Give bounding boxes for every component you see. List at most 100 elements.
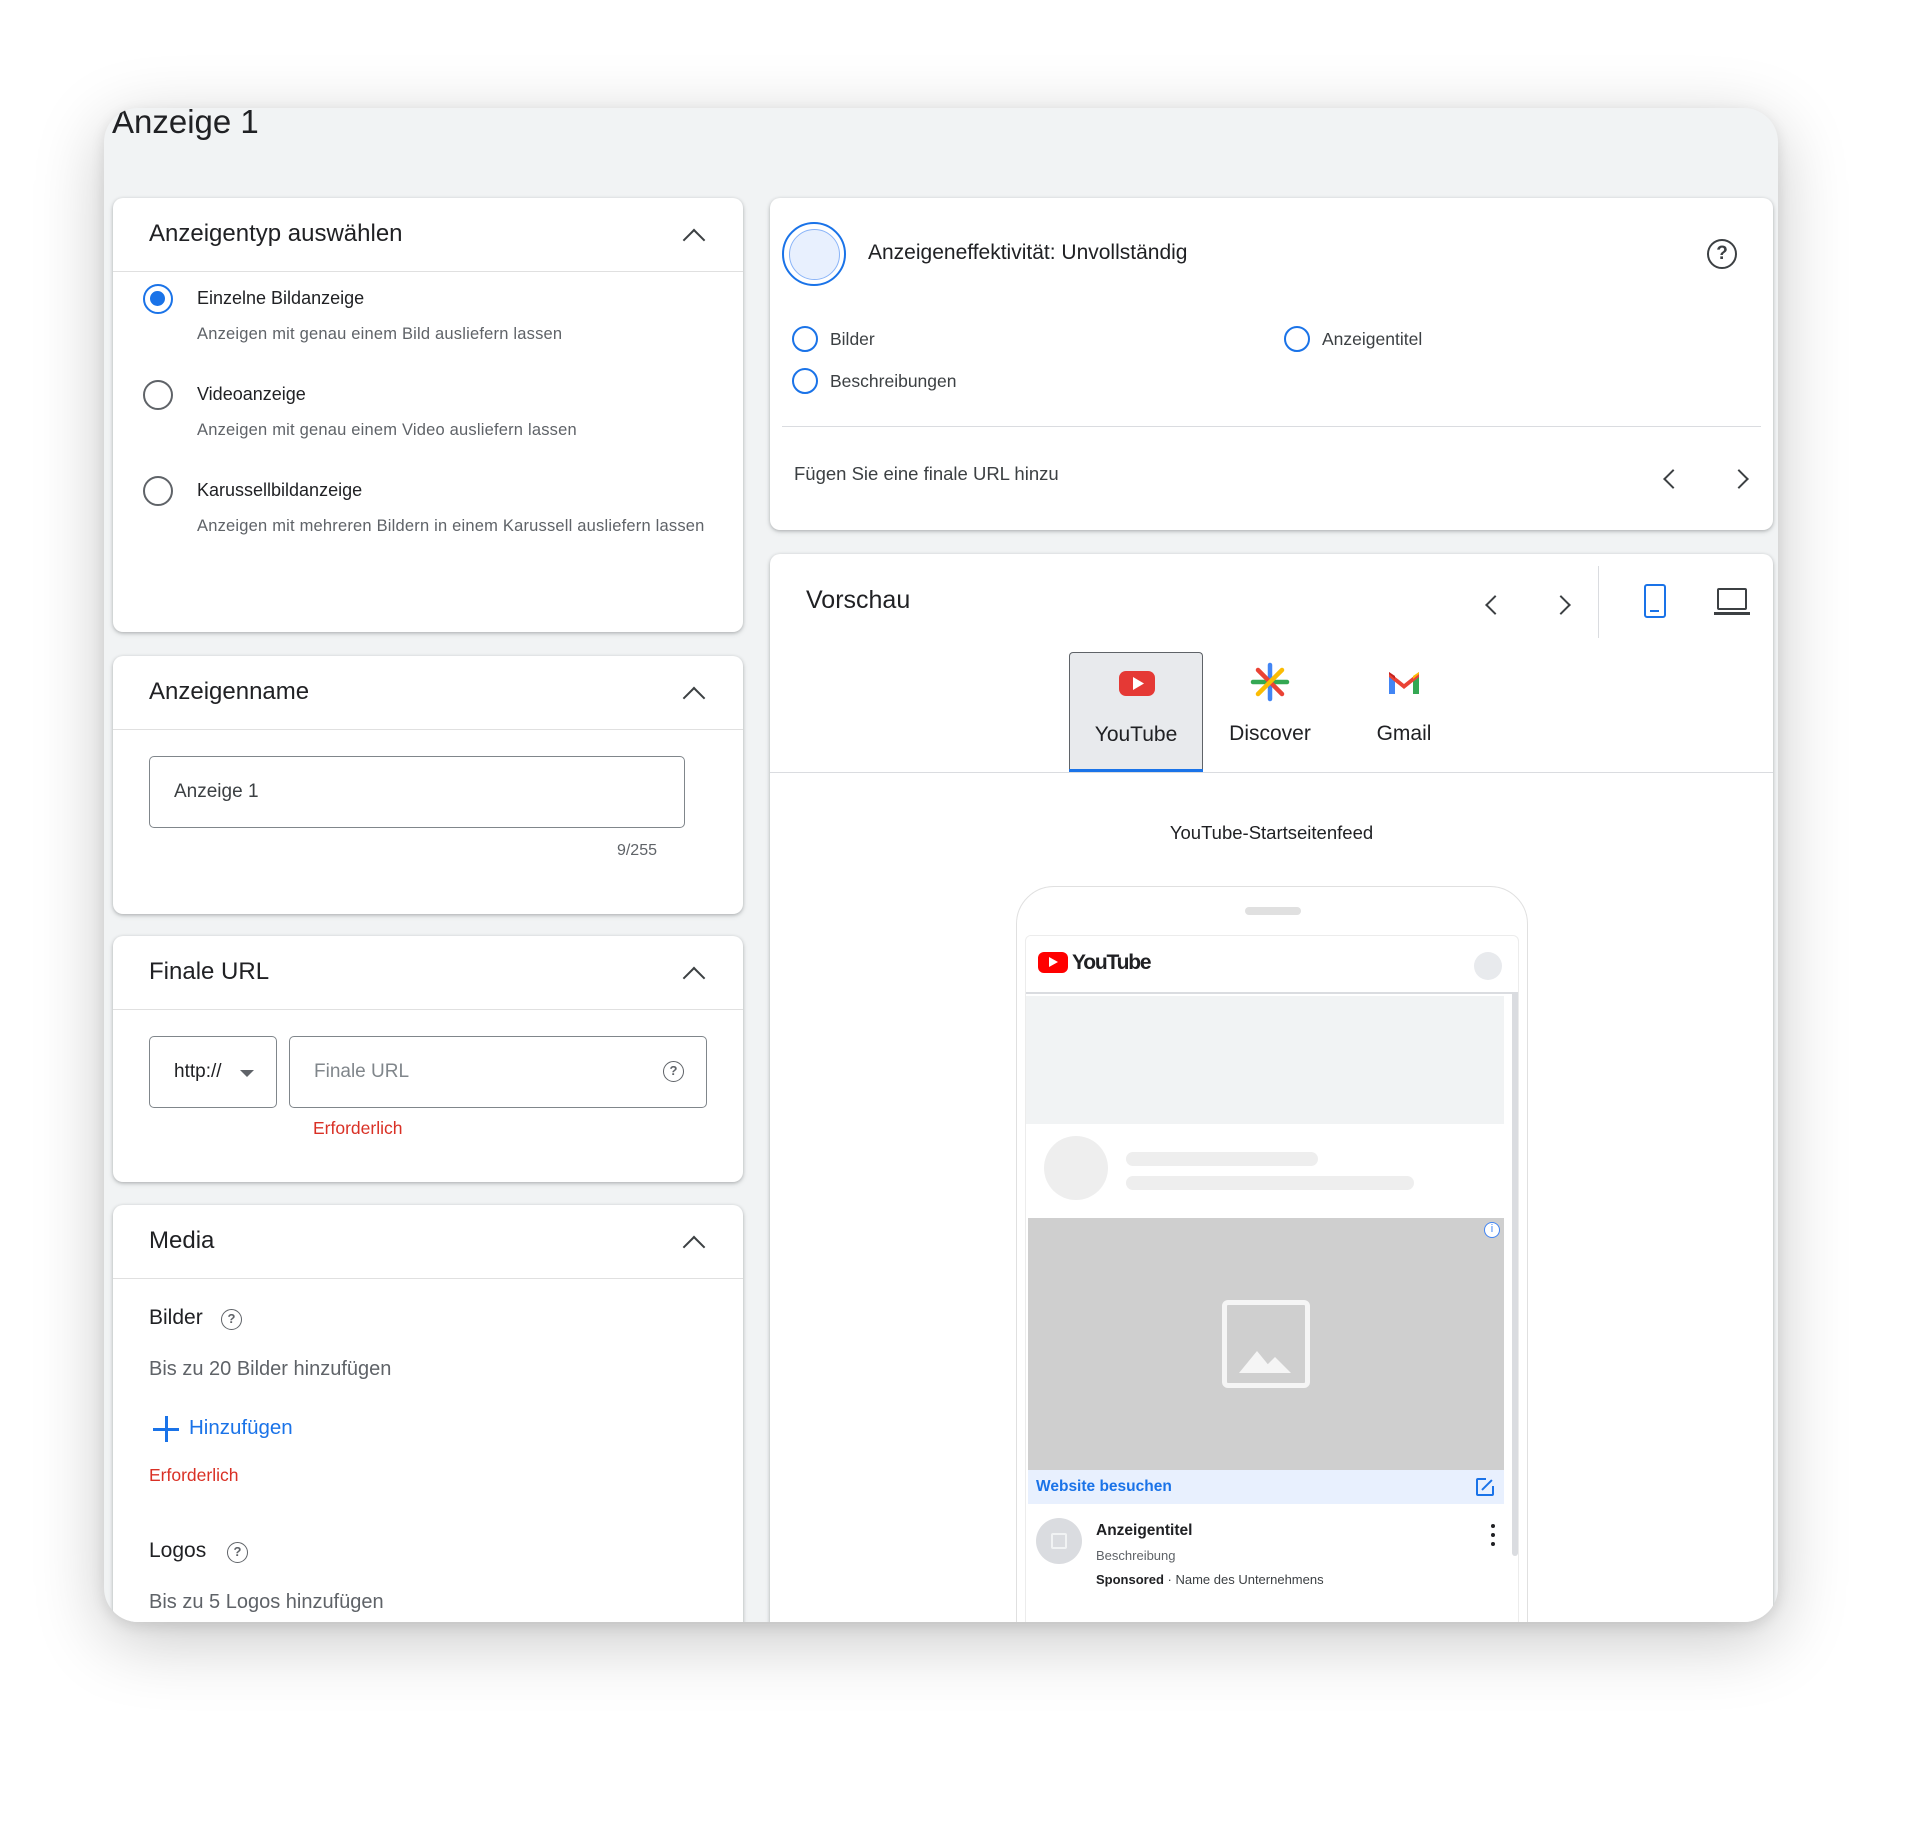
media-heading: Media — [149, 1227, 215, 1254]
final-url-heading: Finale URL — [149, 958, 270, 985]
ad-type-heading: Anzeigentyp auswählen — [149, 220, 403, 247]
tab-gmail[interactable]: Gmail — [1337, 652, 1471, 772]
chevron-right-icon[interactable] — [1550, 590, 1578, 618]
more-vert-icon[interactable] — [1490, 1524, 1496, 1546]
chevron-left-icon[interactable] — [1478, 590, 1506, 618]
protocol-select[interactable]: http:// — [149, 1036, 277, 1108]
ad-image-placeholder: i — [1028, 1218, 1504, 1470]
checklist-item: Anzeigentitel — [1322, 329, 1423, 349]
images-label: Bilder — [149, 1306, 203, 1329]
char-counter: 9/255 — [616, 842, 657, 859]
tab-label: Discover — [1229, 722, 1311, 745]
youtube-wordmark: YouTube — [1072, 951, 1152, 974]
placeholder-banner — [1026, 996, 1504, 1124]
preview-card: Vorschau YouTube Discover Gmail YouTube-… — [770, 554, 1773, 1622]
collapse-chevron-icon[interactable] — [679, 222, 707, 250]
divider — [1598, 566, 1599, 638]
visit-website-button[interactable]: Website besuchen — [1028, 1470, 1504, 1504]
effectiveness-ring-icon — [782, 222, 846, 286]
option-description: Anzeigen mit mehreren Bildern in einem K… — [197, 517, 705, 535]
divider — [782, 426, 1761, 427]
effectiveness-hint: Fügen Sie eine finale URL hinzu — [794, 463, 1059, 484]
add-images-label: Hinzufügen — [189, 1416, 293, 1439]
radio-video-ad[interactable] — [143, 380, 173, 410]
chevron-right-icon[interactable] — [1728, 464, 1756, 492]
preview-title: Vorschau — [806, 586, 911, 614]
images-hint: Bis zu 20 Bilder hinzufügen — [149, 1358, 392, 1380]
youtube-app-bar: YouTube — [1026, 936, 1518, 994]
option-description: Anzeigen mit genau einem Bild ausliefern… — [197, 325, 563, 343]
phone-speaker — [1245, 907, 1301, 915]
collapse-chevron-icon[interactable] — [679, 1229, 707, 1257]
advertiser-avatar — [1036, 1518, 1082, 1564]
youtube-icon — [1119, 671, 1155, 696]
logos-hint: Bis zu 5 Logos hinzufügen — [149, 1591, 384, 1613]
checklist-circle-icon — [792, 368, 818, 394]
radio-carousel-ad[interactable] — [143, 476, 173, 506]
ad-title: Anzeigentitel — [1096, 1522, 1193, 1539]
ad-editor-window: Anzeige 1 Anzeigentyp auswählen Einzelne… — [104, 108, 1778, 1622]
checklist-item: Bilder — [830, 329, 875, 349]
checklist-circle-icon — [1284, 326, 1310, 352]
images-error: Erforderlich — [149, 1465, 239, 1485]
mobile-device-icon[interactable] — [1644, 584, 1666, 618]
preview-placement-label: YouTube-Startseitenfeed — [1169, 822, 1374, 843]
ad-name-heading: Anzeigenname — [149, 678, 310, 705]
media-card: Media Bilder ? Bis zu 20 Bilder hinzufüg… — [113, 1205, 743, 1622]
skeleton-line — [1126, 1176, 1414, 1190]
page-title: Anzeige 1 — [112, 108, 259, 140]
media-header[interactable]: Media — [113, 1205, 743, 1279]
company-name: Name des Unternehmens — [1175, 1572, 1324, 1587]
final-url-card: Finale URL http:// Finale URL ? Erforder… — [113, 936, 743, 1182]
radio-single-image-ad[interactable] — [143, 284, 173, 314]
youtube-logo-icon — [1038, 952, 1068, 973]
ad-type-card: Anzeigentyp auswählen Einzelne Bildanzei… — [113, 198, 743, 632]
final-url-input[interactable]: Finale URL ? — [289, 1036, 707, 1108]
scrollbar[interactable] — [1512, 936, 1518, 1556]
avatar — [1474, 952, 1502, 980]
desktop-device-icon[interactable] — [1714, 588, 1750, 618]
logos-help-icon[interactable]: ? — [227, 1542, 248, 1563]
final-url-header[interactable]: Finale URL — [113, 936, 743, 1010]
ad-meta: Sponsored · Name des Unternehmens — [1096, 1572, 1324, 1587]
collapse-chevron-icon[interactable] — [679, 960, 707, 988]
checklist-circle-icon — [792, 326, 818, 352]
tab-label: Gmail — [1376, 722, 1432, 745]
chevron-left-icon[interactable] — [1656, 464, 1684, 492]
logos-label: Logos — [149, 1539, 207, 1562]
image-icon — [1222, 1300, 1310, 1388]
visit-website-label: Website besuchen — [1036, 1478, 1172, 1495]
option-label: Einzelne Bildanzeige — [197, 288, 365, 308]
tab-youtube[interactable]: YouTube — [1069, 652, 1203, 772]
tab-discover[interactable]: Discover — [1203, 652, 1337, 772]
tabs-divider — [770, 772, 1773, 773]
discover-icon — [1250, 662, 1290, 702]
images-help-icon[interactable]: ? — [221, 1309, 242, 1330]
ad-effectiveness-card: Anzeigeneffektivität: Unvollständig ? Bi… — [770, 198, 1773, 530]
tab-label: YouTube — [1094, 723, 1178, 746]
help-icon[interactable]: ? — [663, 1061, 684, 1082]
ad-description: Beschreibung — [1096, 1548, 1176, 1563]
phone-mockup: YouTube i Website besuchen Anzeigentitel — [1016, 886, 1528, 1622]
protocol-value: http:// — [174, 1061, 222, 1082]
ad-type-header[interactable]: Anzeigentyp auswählen — [113, 198, 743, 272]
help-icon[interactable]: ? — [1707, 239, 1737, 269]
info-icon[interactable]: i — [1484, 1222, 1500, 1238]
dropdown-caret-icon — [240, 1070, 254, 1077]
skeleton-line — [1126, 1152, 1318, 1166]
final-url-error: Erforderlich — [313, 1118, 403, 1138]
phone-screen: YouTube i Website besuchen Anzeigentitel — [1025, 935, 1519, 1622]
ad-name-card: Anzeigenname Anzeige 1 9/255 — [113, 656, 743, 914]
sponsored-label: Sponsored — [1096, 1572, 1164, 1587]
option-label: Karussellbildanzeige — [197, 480, 363, 500]
final-url-placeholder: Finale URL — [314, 1061, 410, 1082]
checklist-item: Beschreibungen — [830, 371, 957, 391]
ad-name-input[interactable]: Anzeige 1 — [149, 756, 685, 828]
external-link-icon — [1476, 1476, 1496, 1496]
option-description: Anzeigen mit genau einem Video ausliefer… — [197, 421, 577, 439]
ad-name-value: Anzeige 1 — [174, 781, 259, 802]
gmail-icon — [1389, 672, 1419, 694]
ad-name-header[interactable]: Anzeigenname — [113, 656, 743, 730]
skeleton-avatar — [1044, 1136, 1108, 1200]
collapse-chevron-icon[interactable] — [679, 680, 707, 708]
